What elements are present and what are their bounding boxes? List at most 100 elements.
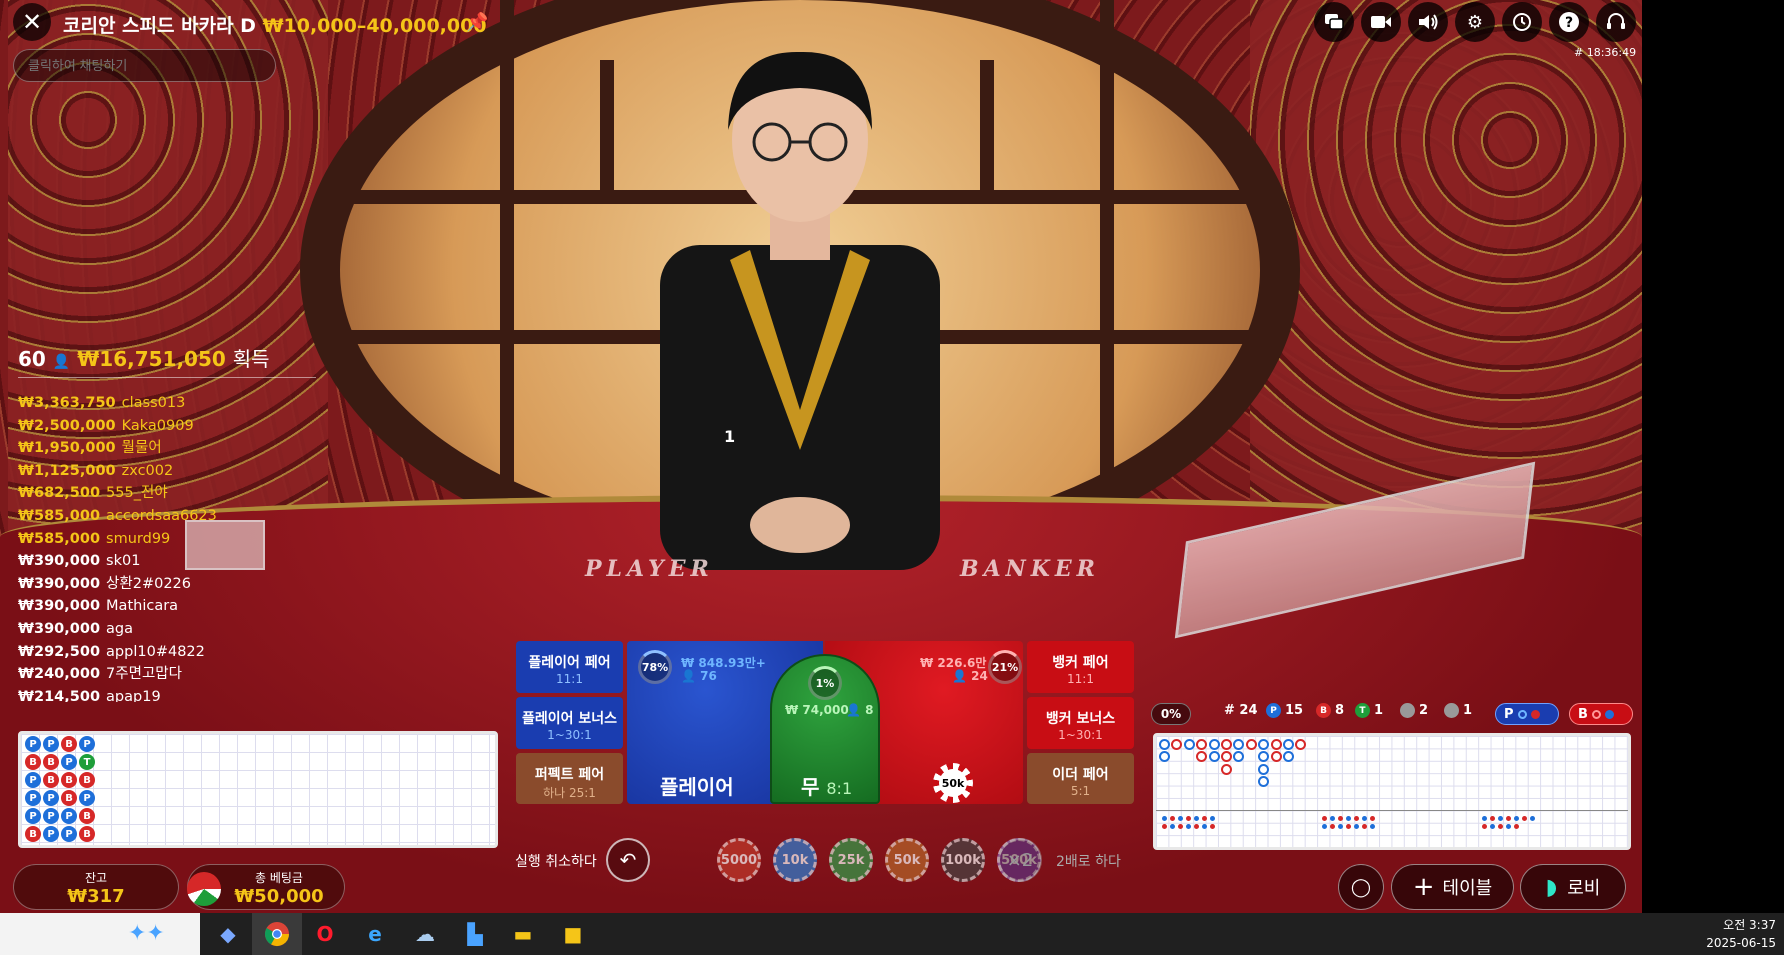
derived-road-mark — [1482, 824, 1487, 829]
winner-amount: ₩585,000 — [18, 507, 101, 524]
table-title: 코리안 스피드 바카라 D ₩10,000–40,000,000 — [63, 11, 487, 38]
taskbar-search[interactable] — [0, 913, 200, 955]
winner-amount: ₩585,000 — [18, 530, 101, 547]
bead-tie: T — [79, 754, 95, 770]
balance-display: 잔고 ₩317 — [13, 864, 179, 910]
banker-pair-bet[interactable]: 뱅커 페어 11:1 — [1027, 641, 1134, 693]
help-icon[interactable]: ? — [1549, 2, 1589, 42]
winner-row: ₩1,125,000 zxc002 — [18, 460, 318, 483]
chat-bubble-icon: ◯ — [1350, 876, 1372, 898]
folder-icon[interactable]: ▬ — [508, 919, 538, 949]
derived-road-mark — [1178, 824, 1183, 829]
winner-name: zxc002 — [121, 462, 174, 479]
derived-road-mark — [1362, 824, 1367, 829]
opera-icon[interactable]: O — [310, 919, 340, 949]
chip-50k[interactable]: 50k — [885, 838, 929, 882]
winner-row: ₩390,000 상환2#0226 — [18, 573, 318, 596]
tie-bettors: 👤 8 — [846, 703, 874, 717]
add-table-label: 테이블 — [1442, 878, 1493, 899]
felt-player-text: PLAYER — [585, 556, 714, 582]
chat-toggle-button[interactable]: ◯ — [1338, 864, 1384, 910]
close-button[interactable]: ✕ — [13, 3, 51, 41]
tie-dot-icon: T — [1355, 703, 1370, 718]
internet-explorer-icon[interactable]: e — [360, 919, 390, 949]
winner-name: 555_전야 — [106, 485, 168, 502]
perfect-pair-odds: 하나 25:1 — [543, 786, 596, 800]
banker-pair-odds: 11:1 — [1067, 672, 1094, 686]
sparkle-icon[interactable]: ✦✦ — [128, 921, 165, 946]
derived-road-mark — [1490, 824, 1495, 829]
player-pair-bet[interactable]: 플레이어 페어 11:1 — [516, 641, 623, 693]
chip-25k[interactable]: 25k — [829, 838, 873, 882]
person-icon: 👤 — [681, 669, 696, 683]
chip-10k[interactable]: 10k — [773, 838, 817, 882]
bead-player: P — [43, 826, 59, 842]
winner-name: 뭘물어 — [121, 440, 162, 457]
derived-road-mark — [1498, 824, 1503, 829]
chip-100k[interactable]: 100k — [941, 838, 985, 882]
plus-icon: + — [1412, 872, 1435, 902]
double-button[interactable]: ×2 — [998, 838, 1042, 882]
banker-percent: 21% — [988, 650, 1022, 684]
player-bonus-bet[interactable]: 플레이어 보너스 1~30:1 — [516, 697, 623, 749]
winner-row: ₩390,000 sk01 — [18, 550, 318, 573]
derived-road-mark — [1210, 816, 1215, 821]
bead-banker: B — [79, 808, 95, 824]
add-table-button[interactable]: + 테이블 — [1391, 864, 1514, 910]
big-road-banker-mark — [1196, 739, 1208, 750]
winner-name: Kaka0909 — [121, 417, 194, 434]
perfect-pair-bet[interactable]: 퍼펙트 페어 하나 25:1 — [516, 753, 623, 804]
winner-amount: ₩240,000 — [18, 666, 101, 683]
derived-road-mark — [1346, 824, 1351, 829]
settings-icon[interactable]: ⚙ — [1455, 2, 1495, 42]
banker-predict-button[interactable]: B — [1569, 703, 1633, 725]
balance-label: 잔고 — [84, 871, 108, 885]
player-predict-button[interactable]: P — [1495, 703, 1559, 725]
chat-input[interactable] — [13, 49, 276, 82]
banker-predict-label: B — [1578, 706, 1588, 722]
winner-row: ₩1,950,000 뭘물어 — [18, 437, 318, 460]
banker-pair-dot-icon — [1444, 703, 1459, 718]
table-name: 코리안 스피드 바카라 D — [63, 15, 256, 37]
chrome-icon[interactable] — [262, 919, 292, 949]
headset-icon[interactable] — [1596, 2, 1636, 42]
chat-icon[interactable] — [1314, 2, 1354, 42]
felt-banker-text: BANKER — [960, 556, 1100, 582]
banker-bonus-bet[interactable]: 뱅커 보너스 1~30:1 — [1027, 697, 1134, 749]
winner-name: 상환2#0226 — [106, 575, 192, 592]
derived-road-mark — [1490, 816, 1495, 821]
lobby-button[interactable]: ◗ 로비 — [1520, 864, 1626, 910]
document-app-icon[interactable]: ▙ — [460, 919, 490, 949]
video-icon[interactable] — [1361, 2, 1401, 42]
bead-player: P — [79, 790, 95, 806]
winner-name: accordsaa6623 — [106, 507, 217, 524]
speaker-icon[interactable] — [1408, 2, 1448, 42]
bead-banker: B — [25, 754, 41, 770]
history-icon[interactable] — [1502, 2, 1542, 42]
network-app-icon[interactable]: ☁ — [410, 919, 440, 949]
player-bettors-count: 76 — [700, 669, 717, 683]
copilot-icon[interactable]: ◆ — [213, 919, 243, 949]
either-pair-bet[interactable]: 이더 페어 5:1 — [1027, 753, 1134, 804]
bead-player: P — [43, 790, 59, 806]
winner-amount: ₩2,500,000 — [18, 417, 116, 434]
big-road-player-mark — [1258, 776, 1270, 788]
derived-road-mark — [1186, 824, 1191, 829]
winner-amount: ₩214,500 — [18, 688, 101, 702]
chip-5000[interactable]: 5000 — [717, 838, 761, 882]
big-road-banker-mark — [1245, 739, 1257, 750]
person-icon: 👤 — [846, 703, 861, 717]
undo-button[interactable]: ↶ — [606, 838, 650, 882]
winners-total: ₩16,751,050 — [77, 347, 226, 371]
big-road-banker-mark — [1221, 739, 1232, 750]
big-road-banker-mark — [1171, 739, 1183, 750]
sticky-notes-icon[interactable]: ■ — [558, 919, 588, 949]
winner-amount: ₩682,500 — [18, 485, 101, 502]
undo-icon: ↶ — [619, 848, 637, 872]
winner-row: ₩214,500 apap19 — [18, 686, 318, 702]
derived-road-mark — [1514, 816, 1519, 821]
bead-banker: B — [43, 754, 59, 770]
pin-icon[interactable]: 📌 — [466, 12, 488, 33]
derived-road-mark — [1186, 816, 1191, 821]
double-label: 2배로 하다 — [1056, 854, 1121, 870]
